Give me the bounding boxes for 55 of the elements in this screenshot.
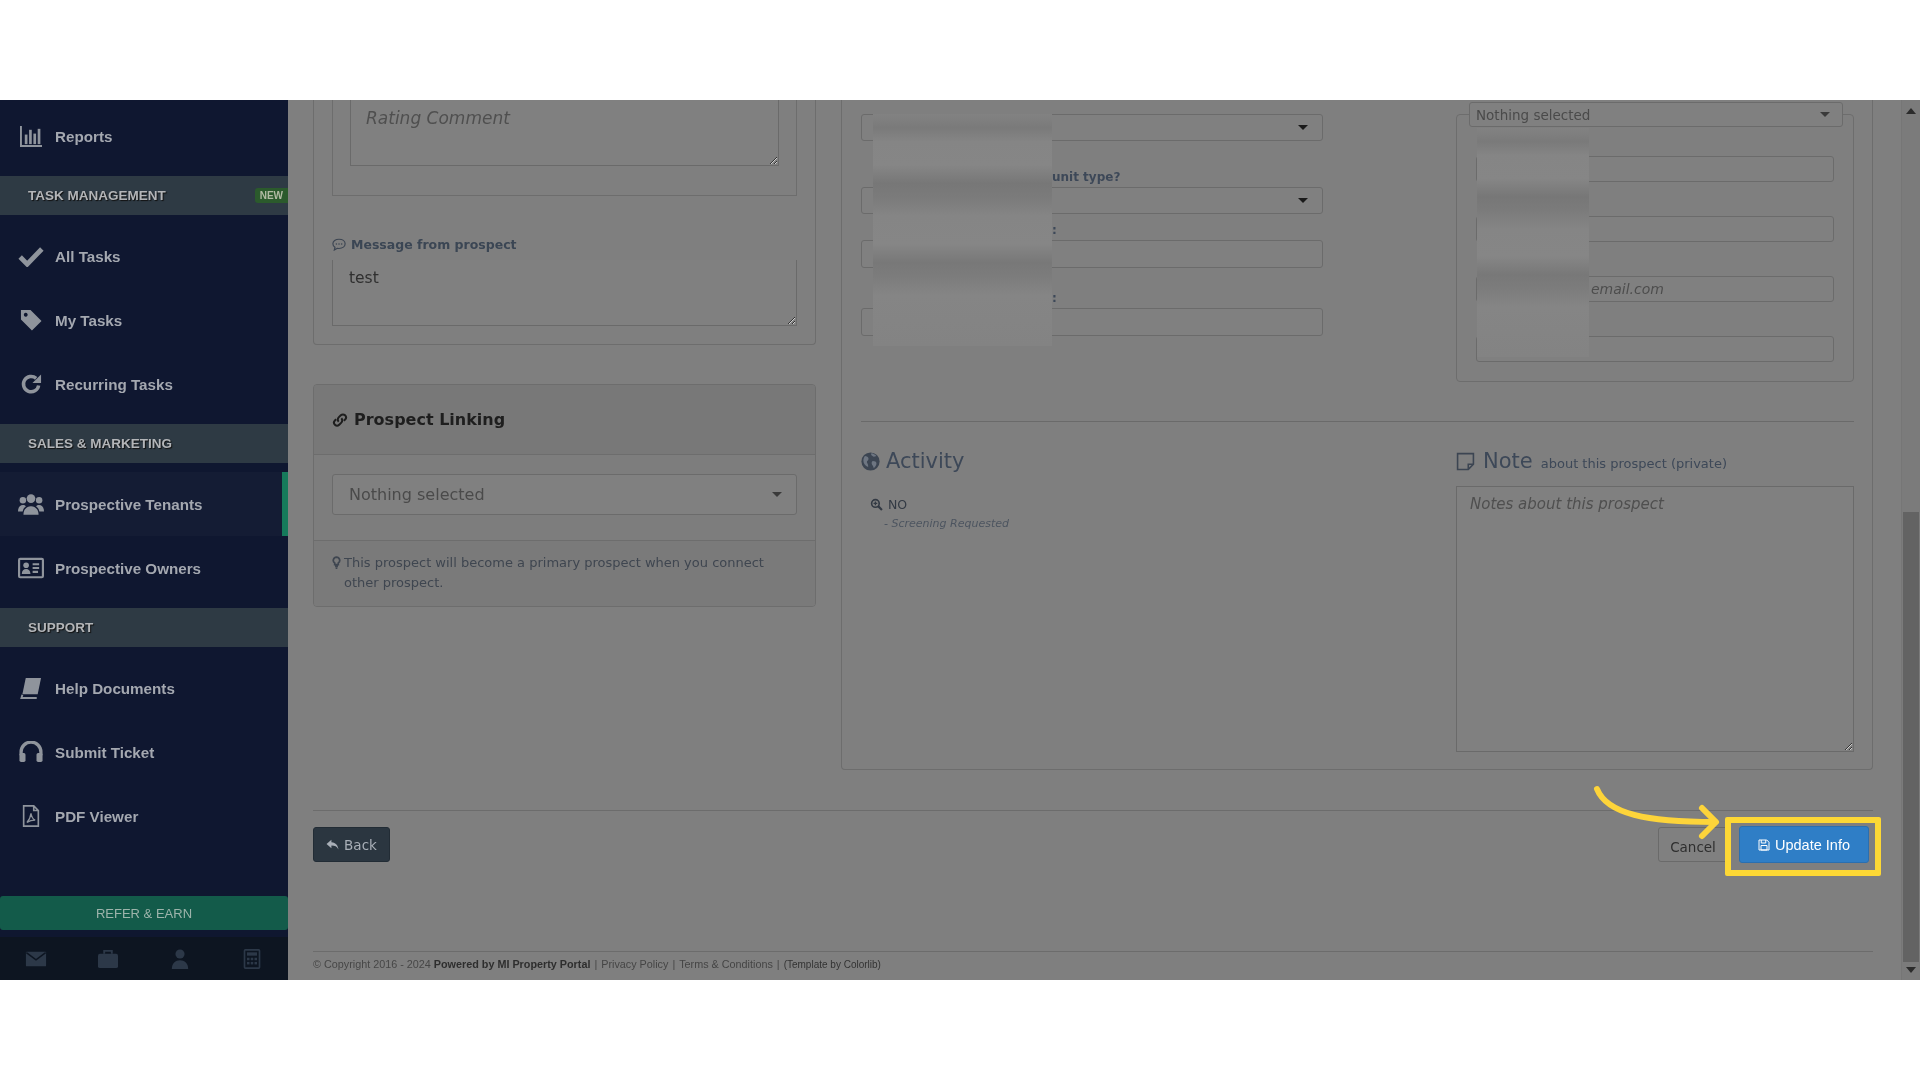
id-card-icon [18,557,44,579]
sidebar-item[interactable]: PDF Viewer [0,784,288,848]
sidebar-item[interactable]: Prospective Owners [0,536,288,600]
globe-icon [861,451,880,471]
users-icon [18,493,44,515]
bar-chart-icon [18,125,44,147]
section-title: SUPPORT [28,620,94,635]
footer-separator: | [672,958,676,970]
check-icon [18,245,44,267]
link-icon [332,411,348,428]
sidebar-item[interactable]: Recurring Tasks [0,352,288,416]
section-title: Note [1483,449,1533,473]
floppy-disk-icon [1758,838,1770,851]
section-title: Activity [886,449,965,473]
reply-arrow-icon [326,839,340,850]
copyright-text: © Copyright 2016 - 2024 Powered by MI Property Portal [313,958,591,970]
sidebar-item[interactable]: Prospective Tenants [0,472,288,536]
sidebar-item[interactable]: My Tasks [0,288,288,352]
lightbulb-icon [332,556,341,569]
headset-icon [18,741,44,763]
magnifier-plus-icon [870,498,883,511]
section-title: TASK MANAGEMENT [28,188,166,203]
sidebar-item[interactable]: Help Documents [0,656,288,720]
calculator-icon[interactable] [241,948,263,969]
sidebar-item[interactable]: All Tasks [0,224,288,288]
panel-title: Prospect Linking [354,410,506,429]
footer-separator: | [776,958,780,970]
sidebar-item[interactable]: Reports [0,104,288,168]
field-label: : [1052,291,1057,305]
sidebar-item[interactable]: Submit Ticket [0,720,288,784]
tag-icon [18,309,44,331]
book-icon [18,677,44,699]
field-label: : [1052,223,1057,237]
section-title: SALES & MARKETING [28,436,172,451]
caret-icon [1820,112,1830,117]
field-label: Message from prospect [351,236,517,252]
new-badge: NEW [254,188,288,203]
refer-earn-button[interactable]: REFER & EARN [0,896,288,930]
activity-status: NO [888,497,908,512]
back-button[interactable]: Back [313,827,390,862]
footer-separator: | [594,958,598,970]
caret-icon [772,492,782,497]
hint-text: This prospect will become a primary prospect when you connect other prospect. [344,554,765,592]
sticky-note-icon [1456,451,1475,471]
cancel-button[interactable]: Cancel [1658,827,1728,862]
section-subtitle: about this prospect (private) [1540,456,1727,471]
caret-icon [1298,125,1308,130]
briefcase-icon[interactable] [97,948,119,969]
scrollbar[interactable] [1901,100,1920,980]
update-info-button[interactable]: Update Info [1739,826,1869,863]
speech-bubble-icon [332,237,346,251]
user-icon[interactable] [169,948,191,969]
caret-icon [1298,198,1308,203]
field-label: unit type? [1052,170,1121,184]
template-credit: (Template by Colorlib) [783,959,881,970]
